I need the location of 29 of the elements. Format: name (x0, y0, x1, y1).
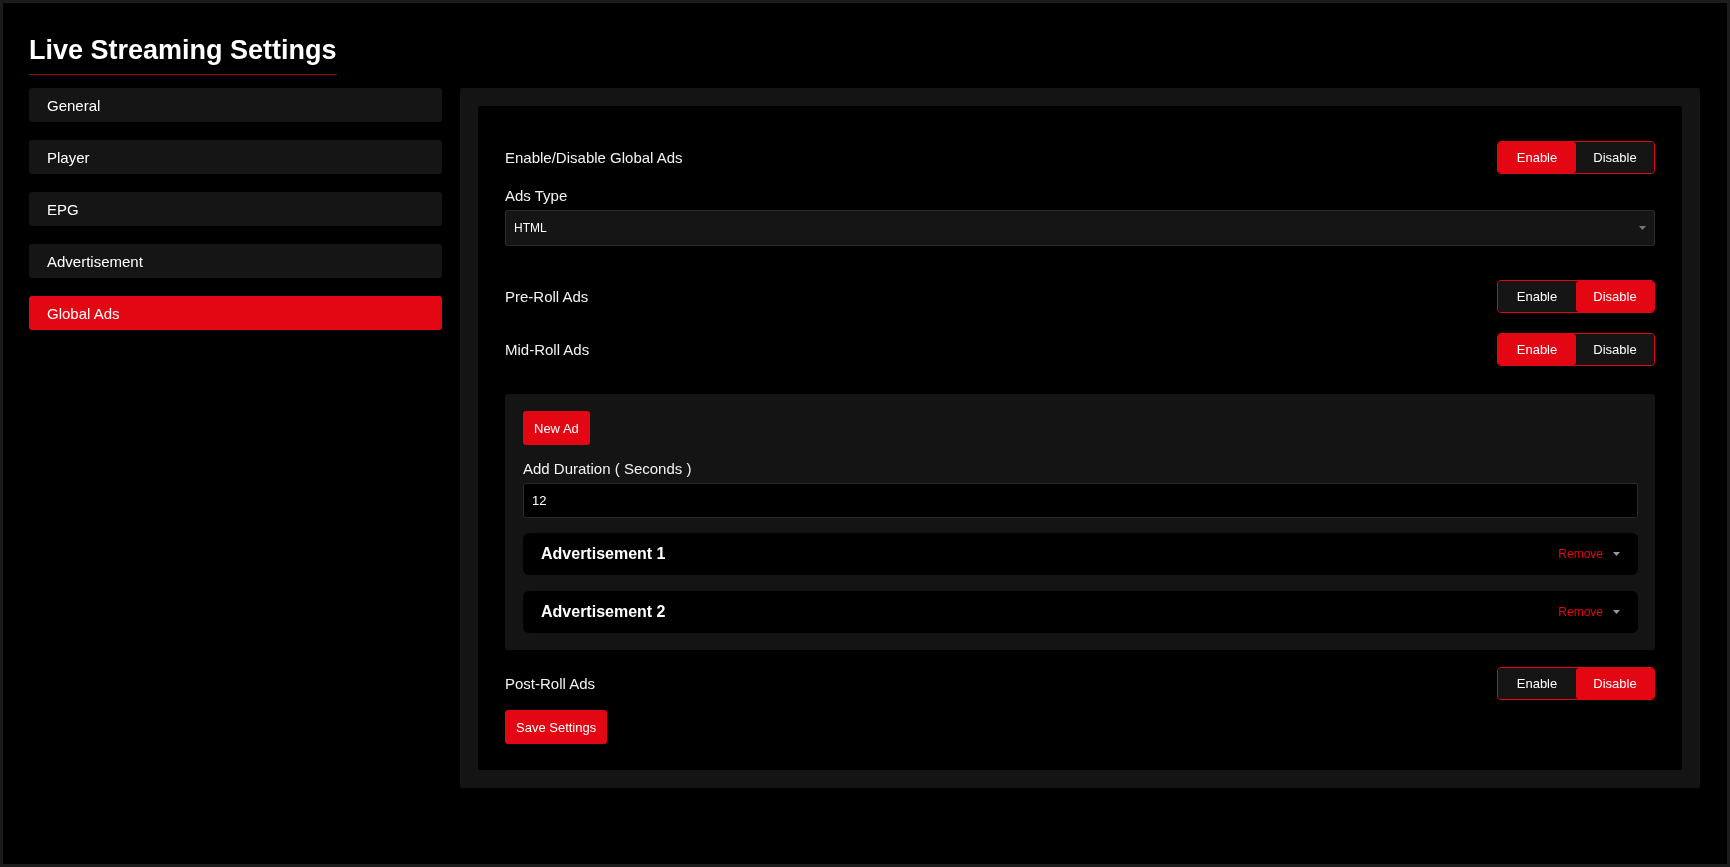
toggle-option[interactable]: Disable (1576, 668, 1654, 699)
caret-icon (1639, 226, 1646, 230)
remove-link[interactable]: Remove (1558, 605, 1603, 619)
setting-label: Mid-Roll Ads (505, 341, 590, 358)
sidebar-item[interactable]: Global Ads (29, 296, 442, 330)
toggle-option[interactable]: Enable (1498, 334, 1576, 365)
ads-type-select[interactable]: HTML (505, 210, 1655, 246)
advertisement-title: Advertisement 2 (541, 603, 666, 621)
setting-label: Pre-Roll Ads (505, 288, 589, 305)
remove-link[interactable]: Remove (1558, 547, 1603, 561)
sidebar-item[interactable]: Advertisement (29, 244, 442, 278)
toggle-option[interactable]: Disable (1576, 281, 1654, 312)
setting-label: Enable/Disable Global Ads (505, 149, 683, 166)
toggle-option[interactable]: Enable (1498, 142, 1576, 173)
advertisement-title: Advertisement 1 (541, 545, 666, 563)
advertisement-row[interactable]: Advertisement 1 Remove (523, 533, 1638, 575)
duration-label: Add Duration ( Seconds ) (523, 460, 693, 477)
caret-icon (1613, 610, 1620, 614)
sidebar-item[interactable]: EPG (29, 192, 442, 226)
setting-label: Post-Roll Ads (505, 675, 596, 692)
new-ad-button[interactable]: New Ad (523, 411, 590, 445)
page-title: Live Streaming Settings (29, 35, 337, 75)
sidebar-item[interactable]: Player (29, 140, 442, 174)
save-settings-button[interactable]: Save Settings (505, 710, 608, 744)
caret-icon (1613, 552, 1620, 556)
advertisement-row[interactable]: Advertisement 2 Remove (523, 591, 1638, 633)
setting-label: Ads Type (505, 187, 569, 204)
duration-input[interactable]: 12 (523, 483, 1638, 518)
sidebar-item[interactable]: General (29, 88, 442, 122)
